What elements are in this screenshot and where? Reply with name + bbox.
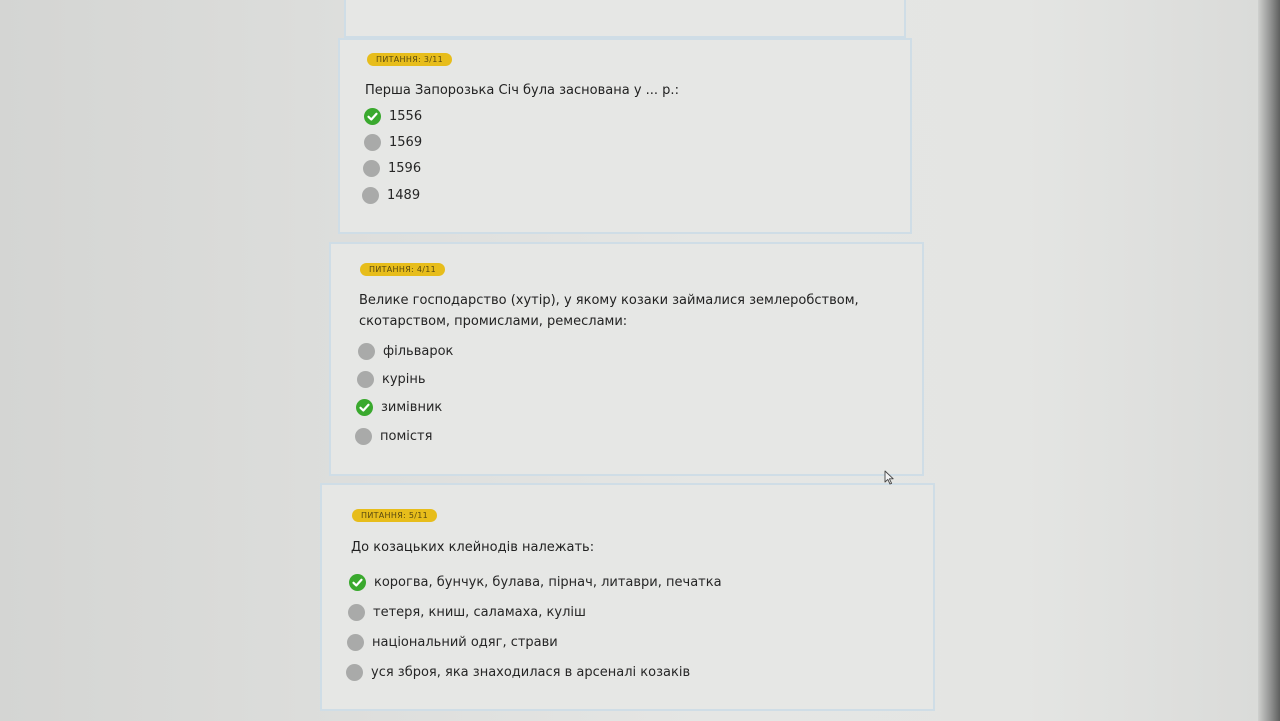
answer-option[interactable]: помістя [355, 428, 432, 445]
answer-label: національний одяг, страви [372, 635, 558, 650]
answer-label: зимівник [381, 400, 443, 415]
answer-label: 1556 [389, 109, 423, 124]
radio-button [364, 134, 381, 151]
check-circle-icon [349, 574, 366, 591]
question-text: Перша Запорозька Січ була заснована у ..… [365, 83, 679, 98]
radio-button [346, 664, 363, 681]
answer-option[interactable]: тетеря, книш, саламаха, куліш [348, 604, 586, 621]
check-circle-icon [364, 108, 381, 125]
question-card-5: ПИТАННЯ: 5/11 До козацьких клейнодів нал… [320, 483, 935, 711]
answer-label: 1489 [387, 188, 421, 203]
answer-option[interactable]: національний одяг, страви [347, 634, 558, 651]
question-text: До козацьких клейнодів належать: [351, 540, 595, 555]
question-card-previous [344, 0, 906, 38]
question-text: Велике господарство (хутір), у якому коз… [359, 293, 859, 329]
radio-button [363, 160, 380, 177]
radio-button [348, 604, 365, 621]
question-card-4: ПИТАННЯ: 4/11 Велике господарство (хутір… [329, 242, 924, 476]
answer-label: 1569 [389, 135, 423, 150]
radio-button [362, 187, 379, 204]
answer-option[interactable]: курінь [357, 371, 426, 388]
question-number-badge: ПИТАННЯ: 3/11 [367, 53, 453, 66]
answer-label: тетеря, книш, саламаха, куліш [373, 605, 586, 620]
answer-option[interactable]: уся зброя, яка знаходилася в арсеналі ко… [346, 664, 690, 681]
radio-button [357, 371, 374, 388]
mouse-pointer-icon [884, 470, 894, 485]
answer-option[interactable]: фільварок [358, 343, 453, 360]
answer-option[interactable]: корогва, бунчук, булава, пірнач, литаври… [349, 574, 722, 591]
answer-option[interactable]: 1569 [364, 134, 422, 151]
question-number-badge: ПИТАННЯ: 5/11 [352, 509, 438, 522]
radio-button [355, 428, 372, 445]
answer-label: помістя [380, 429, 433, 444]
answer-label: курінь [382, 372, 426, 387]
answer-option[interactable]: 1556 [364, 108, 422, 125]
answer-label: фільварок [383, 344, 454, 359]
screen-bezel [1258, 0, 1280, 721]
question-number-badge: ПИТАННЯ: 4/11 [360, 263, 446, 276]
answer-label: 1596 [388, 161, 422, 176]
question-card-3: ПИТАННЯ: 3/11 Перша Запорозька Січ була … [338, 38, 912, 234]
answer-option[interactable]: 1489 [362, 187, 420, 204]
answer-option[interactable]: 1596 [363, 160, 421, 177]
answer-option[interactable]: зимівник [356, 399, 442, 416]
check-circle-icon [356, 399, 373, 416]
answer-label: корогва, бунчук, булава, пірнач, литаври… [374, 575, 722, 590]
radio-button [347, 634, 364, 651]
radio-button [358, 343, 375, 360]
answer-label: уся зброя, яка знаходилася в арсеналі ко… [371, 665, 691, 680]
